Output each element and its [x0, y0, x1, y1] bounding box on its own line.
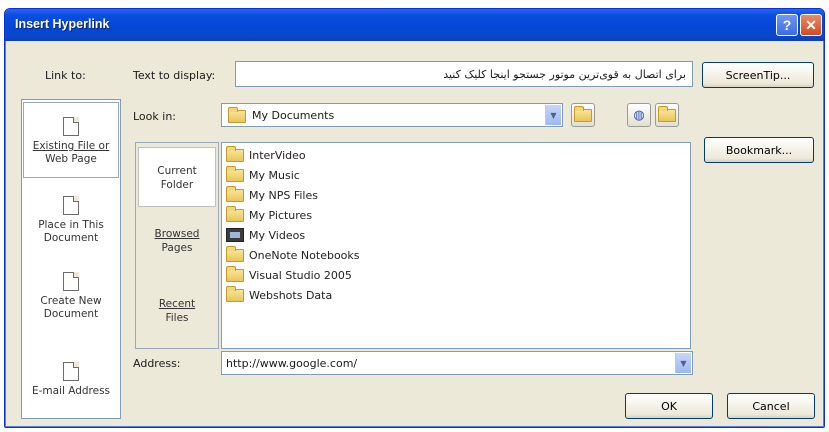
look-in-label: Look in:: [133, 110, 176, 123]
list-item[interactable]: OneNote Notebooks: [226, 245, 360, 265]
address-input[interactable]: http://www.google.com/ ▼: [221, 351, 693, 375]
link-item-line1: E-mail Address: [31, 385, 111, 397]
place-line1: Browsed: [154, 228, 200, 240]
file-name: Webshots Data: [249, 288, 333, 302]
file-name: Visual Studio 2005: [249, 268, 352, 282]
file-name: OneNote Notebooks: [249, 248, 360, 262]
insert-hyperlink-dialog: Insert Hyperlink ? ✕ Link to: Text to di…: [4, 8, 825, 428]
place-current-folder[interactable]: Current Folder: [138, 147, 216, 207]
up-folder-icon: [574, 105, 592, 122]
cancel-button[interactable]: Cancel: [727, 393, 815, 419]
file-name: My Videos: [249, 228, 306, 242]
place-line1: Current: [157, 165, 197, 177]
folder-icon: [226, 245, 244, 262]
browse-web-icon: ◍: [633, 107, 645, 123]
place-line1: Recent: [158, 298, 196, 310]
link-email-address[interactable]: E-mail Address: [23, 362, 119, 412]
place-line2: Pages: [161, 242, 193, 254]
chevron-down-icon[interactable]: ▼: [675, 353, 691, 373]
file-list[interactable]: InterVideo My Music My NPS Files My Pict…: [221, 142, 691, 349]
title-bar[interactable]: Insert Hyperlink ? ✕: [5, 9, 824, 41]
help-button[interactable]: ?: [776, 14, 798, 36]
ok-button[interactable]: OK: [625, 393, 713, 419]
text-to-display-input[interactable]: برای اتصال به قوی‌ترین موتور جستجو اینجا…: [235, 61, 693, 87]
folder-icon: [226, 285, 244, 302]
link-item-line2: Document: [43, 232, 99, 244]
list-item[interactable]: My NPS Files: [226, 185, 318, 205]
folder-icon: [226, 205, 244, 222]
up-one-folder-button[interactable]: [571, 103, 595, 127]
screentip-button[interactable]: ScreenTip...: [702, 62, 814, 88]
dialog-title: Insert Hyperlink: [15, 17, 110, 31]
file-name: My Pictures: [249, 208, 313, 222]
folder-icon: [226, 165, 244, 182]
link-item-line2: Document: [43, 308, 99, 320]
link-existing-file-web-page[interactable]: Existing File or Web Page: [23, 102, 119, 178]
link-to-bar: Existing File or Web Page Place in This …: [21, 99, 121, 419]
list-item[interactable]: My Music: [226, 165, 300, 185]
list-item[interactable]: Visual Studio 2005: [226, 265, 352, 285]
close-button[interactable]: ✕: [800, 14, 822, 36]
browse-web-button[interactable]: ◍: [627, 103, 651, 127]
place-browsed-pages[interactable]: Browsed Pages: [138, 227, 216, 255]
open-folder-icon: [658, 105, 676, 122]
link-to-label: Link to:: [45, 69, 86, 82]
address-value: http://www.google.com/: [226, 357, 358, 370]
file-name: InterVideo: [249, 148, 306, 162]
text-to-display-value: برای اتصال به قوی‌ترین موتور جستجو اینجا…: [443, 68, 686, 81]
list-item[interactable]: InterVideo: [226, 145, 306, 165]
new-document-icon: [63, 272, 79, 291]
list-item[interactable]: My Videos: [226, 225, 305, 245]
folder-icon: [226, 185, 244, 202]
chevron-down-icon[interactable]: ▼: [545, 105, 561, 125]
link-item-line2: Web Page: [45, 153, 97, 165]
look-in-value: My Documents: [252, 109, 335, 122]
folder-icon: [226, 145, 244, 162]
list-item[interactable]: My Pictures: [226, 205, 312, 225]
places-bar: Current Folder Browsed Pages Recent File…: [135, 142, 219, 349]
text-to-display-label: Text to display:: [133, 69, 216, 82]
look-in-dropdown[interactable]: My Documents ▼: [221, 103, 563, 127]
file-name: My NPS Files: [249, 188, 318, 202]
file-name: My Music: [249, 168, 300, 182]
address-label: Address:: [133, 357, 181, 370]
link-item-line1: Place in This: [38, 219, 104, 231]
email-icon: [63, 362, 79, 381]
browse-file-button[interactable]: [655, 103, 679, 127]
place-recent-files[interactable]: Recent Files: [138, 297, 216, 325]
place-line2: Files: [165, 312, 189, 324]
folder-icon: [228, 107, 246, 123]
link-place-in-document[interactable]: Place in This Document: [23, 196, 119, 256]
link-create-new-document[interactable]: Create New Document: [23, 272, 119, 332]
place-document-icon: [63, 196, 79, 215]
folder-icon: [226, 265, 244, 282]
video-folder-icon: [226, 228, 244, 242]
bookmark-button[interactable]: Bookmark...: [704, 137, 814, 163]
link-item-line1: Existing File or: [32, 140, 110, 152]
web-page-icon: [63, 117, 79, 136]
link-item-line1: Create New: [40, 295, 102, 307]
list-item[interactable]: Webshots Data: [226, 285, 332, 305]
place-line2: Folder: [160, 179, 194, 191]
